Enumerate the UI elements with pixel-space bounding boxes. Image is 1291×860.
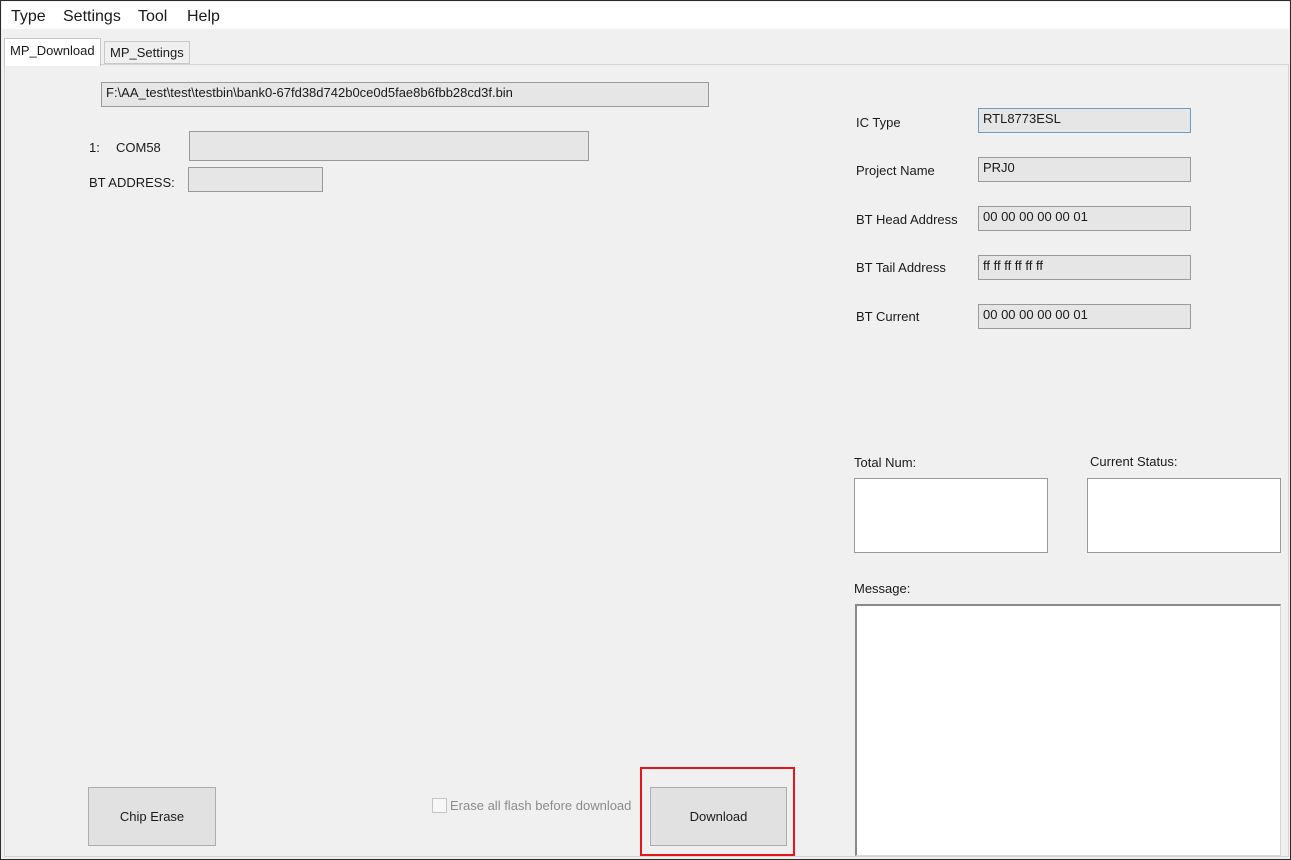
ic-type-field[interactable]: RTL8773ESL: [978, 108, 1191, 133]
menu-help[interactable]: Help: [187, 8, 220, 26]
ic-type-label: IC Type: [856, 115, 901, 130]
bt-tail-address-field[interactable]: ff ff ff ff ff ff: [978, 255, 1191, 280]
message-label: Message:: [854, 581, 911, 596]
bt-address-label: BT ADDRESS:: [89, 175, 175, 190]
erase-all-checkbox[interactable]: [432, 798, 447, 813]
bt-tail-address-label: BT Tail Address: [856, 260, 946, 275]
menu-type[interactable]: Type: [11, 8, 46, 26]
menu-settings[interactable]: Settings: [63, 8, 121, 26]
bt-head-address-field[interactable]: 00 00 00 00 00 01: [978, 206, 1191, 231]
port-name-label: COM58: [116, 140, 161, 155]
project-name-label: Project Name: [856, 163, 935, 178]
port-index-label: 1:: [89, 140, 100, 155]
tab-mp-settings[interactable]: MP_Settings: [104, 41, 190, 64]
current-status-box: [1087, 478, 1281, 553]
app-window: Type Settings Tool Help MP_Download MP_S…: [0, 0, 1291, 860]
bt-address-field[interactable]: [188, 167, 323, 192]
port-progress-bar: [189, 131, 589, 161]
tab-strip: MP_Download MP_Settings: [2, 29, 1289, 66]
project-name-field[interactable]: PRJ0: [978, 157, 1191, 182]
menu-tool[interactable]: Tool: [138, 8, 167, 26]
current-status-label: Current Status:: [1090, 454, 1178, 469]
chip-erase-button[interactable]: Chip Erase: [88, 787, 216, 846]
download-panel: F:\AA_test\test\testbin\bank0-67fd38d742…: [4, 64, 1289, 857]
total-num-label: Total Num:: [854, 455, 917, 470]
total-num-box: [854, 478, 1048, 553]
erase-all-label: Erase all flash before download: [450, 798, 632, 813]
message-area[interactable]: [855, 604, 1281, 856]
bt-current-label: BT Current: [856, 309, 920, 324]
bt-current-field[interactable]: 00 00 00 00 00 01: [978, 304, 1191, 329]
download-highlight-box: [640, 767, 795, 856]
tab-mp-download[interactable]: MP_Download: [4, 38, 101, 66]
bt-head-address-label: BT Head Address: [856, 212, 958, 227]
menu-bar: Type Settings Tool Help: [2, 2, 1289, 29]
file-path-field[interactable]: F:\AA_test\test\testbin\bank0-67fd38d742…: [101, 82, 709, 107]
